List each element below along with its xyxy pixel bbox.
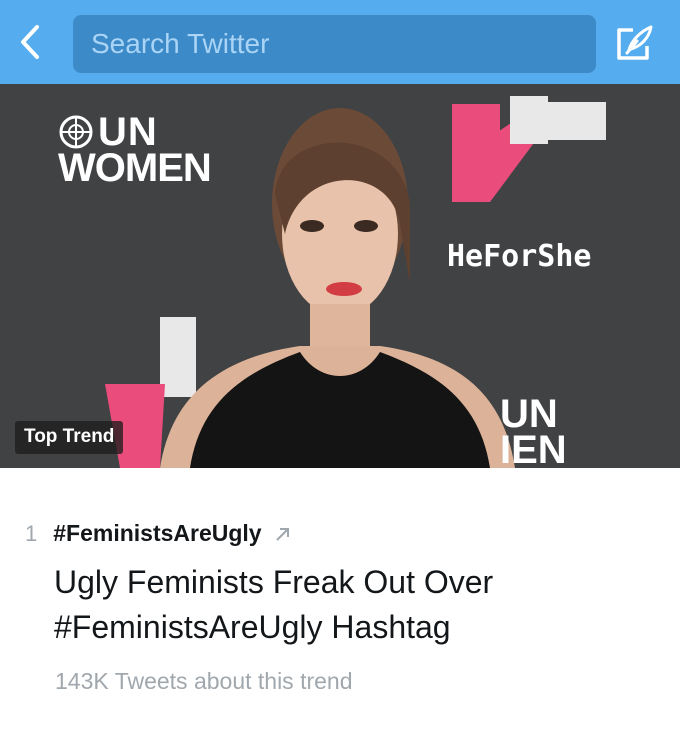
logo-women-text-bottom: IEN [500, 428, 567, 468]
trend-rank: 1 [25, 520, 38, 546]
logo-un-text: UN [98, 110, 158, 154]
trending-up-arrow-icon [274, 525, 292, 543]
trend-headline[interactable]: Ugly Feminists Freak Out Over #Feminists… [54, 560, 654, 650]
un-women-logo: UN WOMEN [58, 110, 212, 190]
top-trend-badge: Top Trend [15, 421, 124, 454]
search-placeholder: Search Twitter [91, 28, 270, 59]
un-women-logo-bottom: UN IEN [500, 392, 567, 468]
back-button[interactable] [10, 22, 50, 62]
logo-un-text-bottom: UN [500, 392, 558, 436]
trend-hashtag[interactable]: #FeministsAreUgly [53, 520, 261, 547]
trend-card[interactable]: 1 #FeministsAreUgly Ugly Feminists Freak… [0, 468, 680, 739]
chevron-left-icon [21, 25, 39, 59]
un-emblem-icon [59, 115, 93, 149]
trend-hero-image[interactable]: UN WOMEN HeForShe UN IEN Top Trend [0, 84, 680, 468]
top-bar: Search Twitter [0, 0, 680, 84]
trend-title-row: 1 #FeministsAreUgly [25, 520, 292, 547]
compose-button[interactable] [612, 22, 658, 64]
logo-women-text: WOMEN [58, 146, 212, 190]
heforshe-text: HeForShe [447, 239, 592, 274]
trend-tweet-count: 143K Tweets about this trend [55, 668, 353, 694]
compose-icon [617, 25, 653, 60]
search-input[interactable]: Search Twitter [73, 15, 596, 73]
